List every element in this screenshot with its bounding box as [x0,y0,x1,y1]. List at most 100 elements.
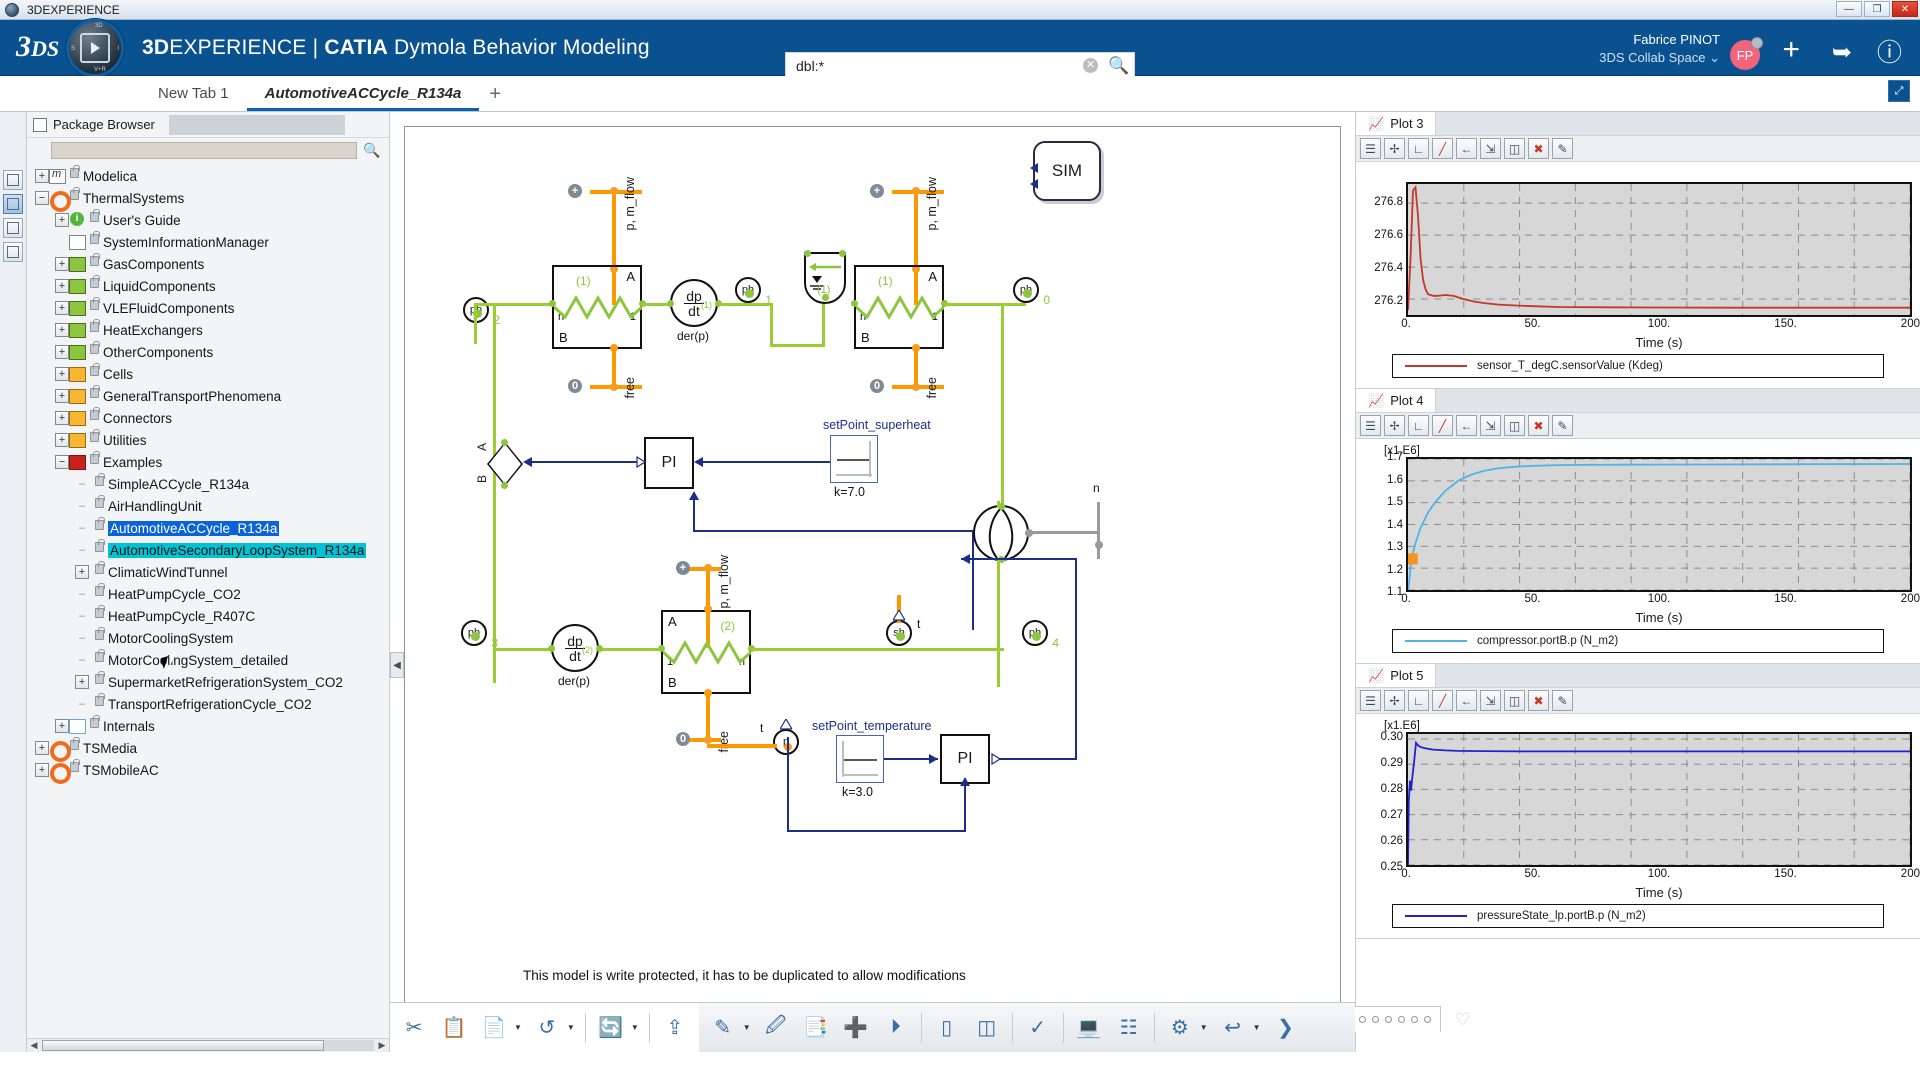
sensor-ph-4[interactable]: ph 4 [1022,620,1059,650]
back-icon[interactable]: ← [1456,138,1477,159]
settings-icon[interactable]: ✎ [1552,138,1573,159]
split-icon[interactable]: ◫ [1504,690,1525,711]
delete-icon[interactable]: ✖ [1528,690,1549,711]
back-icon[interactable]: ← [1456,415,1477,436]
help-icon[interactable]: ⓘ [1877,39,1902,67]
back-caret-icon[interactable]: ▼ [1253,1023,1261,1032]
tree-item[interactable]: + TSMedia [31,737,389,762]
paste-icon[interactable]: 📄 [479,1013,509,1043]
expand-icon[interactable]: + [35,169,49,183]
accumulator[interactable]: (1) [804,250,846,304]
collapse-panel-handle[interactable]: ◀ [390,652,404,678]
tree-item[interactable]: + Internals [31,715,389,737]
pi-controller-superheat[interactable]: PI [644,437,694,489]
run-icon[interactable]: ⏵ [881,1013,911,1043]
expand-icon[interactable]: + [75,565,89,579]
update-caret-icon[interactable]: ▼ [631,1023,639,1032]
copy-icon[interactable]: 📋 [439,1013,469,1043]
scroll-thumb[interactable] [42,1040,325,1051]
collab-space-label[interactable]: 3DS Collab Space ⌄ [1599,50,1720,66]
plot-tab[interactable]: 📈 Plot 4 [1356,389,1437,412]
heat-exchanger-1[interactable]: A B n 1 (1) [552,265,642,349]
tree-item[interactable]: + Utilities [31,429,389,451]
paste-caret-icon[interactable]: ▼ [514,1023,522,1032]
tree-item[interactable]: + ClimaticWindTunnel [31,561,389,583]
search-input[interactable] [786,53,1083,78]
browser-search-row[interactable]: 🔍 [27,138,389,163]
delete-icon[interactable]: ✖ [1528,138,1549,159]
avatar[interactable]: FP [1730,37,1763,70]
tree-item[interactable]: − Examples [31,451,389,473]
split-icon[interactable]: ◫ [1504,415,1525,436]
new-behavior-icon[interactable]: ✎ [708,1013,738,1043]
tree-item[interactable]: + GasComponents [31,253,389,275]
tree-item[interactable]: – TransportRefrigerationCycle_CO2 [31,693,389,715]
axes-icon[interactable]: ∟ [1408,138,1429,159]
check-icon[interactable]: ✓ [1023,1013,1053,1043]
compile-icon[interactable]: 💻 [1074,1013,1104,1043]
info-doc-icon[interactable]: 📑 [801,1013,831,1043]
scroll-left-icon[interactable]: ◀ [27,1040,41,1051]
heat-exchanger-3[interactable]: A B 1 n (2) [661,610,751,694]
delete-icon[interactable]: ✖ [1528,415,1549,436]
tree-item[interactable]: + Cells [31,363,389,385]
export-icon[interactable]: ⇲ [1480,415,1501,436]
search-icon[interactable]: 🔍 [1104,56,1134,76]
expansion-valve[interactable] [487,439,523,489]
expand-icon[interactable]: + [55,301,69,315]
expand-icon[interactable]: + [55,345,69,359]
rail-tree-icon[interactable] [3,170,23,190]
tree-item[interactable]: – AutomotiveACCycle_R134a [31,517,389,539]
export-icon[interactable]: ⇲ [1480,138,1501,159]
global-search[interactable]: ✕ 🔍 [785,52,1135,79]
sim-block[interactable]: SIM [1030,141,1101,201]
der-block-1[interactable]: dp dt (1) [670,279,718,327]
share-icon[interactable]: ➥ [1832,39,1852,67]
undo-caret-icon[interactable]: ▼ [567,1023,575,1032]
no-grid-icon[interactable]: ╱ [1432,138,1453,159]
tab-new-tab-1[interactable]: New Tab 1 [140,76,247,111]
axes-icon[interactable]: ∟ [1408,690,1429,711]
expand-icon[interactable]: + [35,763,49,777]
pan-icon[interactable]: ✢ [1384,415,1405,436]
expand-icon[interactable]: + [55,279,69,293]
browser-hscrollbar[interactable]: ◀ ▶ [27,1038,389,1052]
structure-icon[interactable]: ☷ [1114,1013,1144,1043]
step-dot-7[interactable] [1424,1016,1432,1023]
tree-item[interactable]: – SimpleACCycle_R134a [31,473,389,495]
export-icon[interactable]: ⇲ [1480,690,1501,711]
settings-caret-icon[interactable]: ▼ [1200,1023,1208,1032]
cut-icon[interactable]: ✂ [399,1013,429,1043]
pan-icon[interactable]: ✢ [1384,138,1405,159]
tree-item[interactable]: – HeatPumpCycle_CO2 [31,583,389,605]
tree-item[interactable]: – AutomotiveSecondaryLoopSystem_R134a [31,539,389,561]
variables-icon[interactable]: ☰ [1360,138,1381,159]
sensor-ph-0[interactable]: ph 0 [1013,277,1050,307]
rail-list-icon[interactable] [3,242,23,262]
tree-item[interactable]: + SupermarketRefrigerationSystem_CO2 [31,671,389,693]
sensor-ph-1[interactable]: ph 1 [735,277,772,307]
axes-icon[interactable]: ∟ [1408,415,1429,436]
scroll-right-icon[interactable]: ▶ [375,1040,389,1051]
plot-drawing-area[interactable] [1406,732,1912,867]
plot-drawing-area[interactable] [1406,182,1912,317]
variables-icon[interactable]: ☰ [1360,415,1381,436]
compressor[interactable] [973,503,1029,563]
expand-icon[interactable]: + [55,411,69,425]
collapse-icon[interactable]: − [55,455,69,469]
split-icon[interactable]: ◫ [1504,138,1525,159]
browser-search-input[interactable] [51,142,357,159]
expand-icon[interactable]: + [55,719,69,733]
tree-item[interactable]: + Modelica [31,165,389,187]
expand-icon[interactable]: + [35,741,49,755]
maximize-button[interactable]: ❐ [1864,1,1890,17]
pan-icon[interactable]: ✢ [1384,690,1405,711]
step-dot-6[interactable] [1411,1016,1419,1023]
align-icon[interactable]: ◫ [972,1013,1002,1043]
expand-icon[interactable]: + [55,367,69,381]
update-icon[interactable]: 🔄 [596,1013,626,1043]
setpoint-temperature-block[interactable] [836,735,884,783]
collapse-icon[interactable]: − [35,191,49,205]
add-icon[interactable]: + [1782,35,1800,65]
window-controls[interactable]: — ❐ ✕ [1836,1,1918,17]
